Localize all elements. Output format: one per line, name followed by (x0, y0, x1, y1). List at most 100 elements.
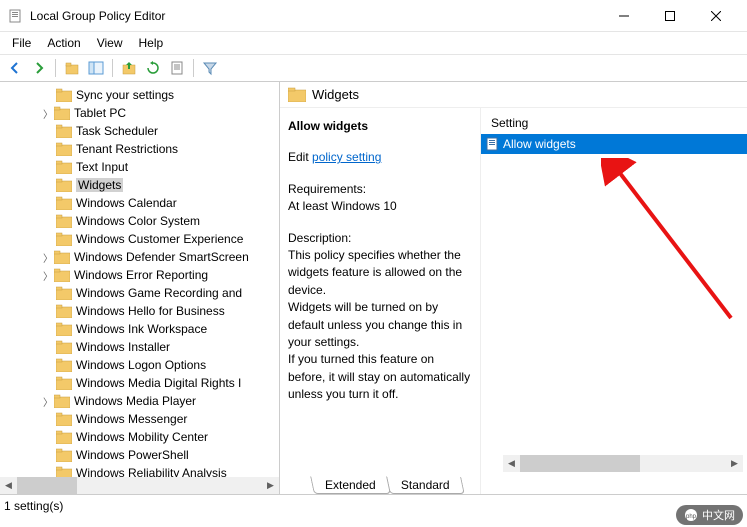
tree-item-label: Task Scheduler (76, 124, 158, 138)
content-body: Allow widgets Edit policy setting Requir… (280, 108, 747, 494)
menubar: File Action View Help (0, 32, 747, 54)
show-tree-button[interactable] (85, 57, 107, 79)
tree-item-label: Tenant Restrictions (76, 142, 178, 156)
folder-icon (56, 196, 72, 210)
tree-item[interactable]: Windows Installer (0, 338, 279, 356)
requirements-label: Requirements: (288, 181, 472, 198)
tree-item[interactable]: Windows Reliability Analysis (0, 464, 279, 478)
tree-item[interactable]: Windows Mobility Center (0, 428, 279, 446)
tree-item-label: Windows Media Player (74, 394, 196, 408)
expand-arrow-icon[interactable]: 〉 (42, 268, 54, 283)
folder-icon (56, 178, 72, 192)
folder-icon (56, 124, 72, 138)
tree-item[interactable]: Windows Logon Options (0, 356, 279, 374)
scroll-thumb[interactable] (17, 477, 77, 494)
toolbar (0, 54, 747, 82)
content-horizontal-scrollbar[interactable]: ◀ ▶ (503, 455, 743, 472)
scroll-right-arrow[interactable]: ▶ (262, 477, 279, 494)
tree-item[interactable]: Tenant Restrictions (0, 140, 279, 158)
policy-name: Allow widgets (288, 118, 472, 135)
folder-icon (56, 430, 72, 444)
maximize-button[interactable] (647, 0, 693, 32)
edit-policy-link[interactable]: policy setting (312, 150, 381, 164)
tree-item-label: Text Input (76, 160, 128, 174)
edit-policy-link-row: Edit policy setting (288, 149, 472, 166)
menu-help[interactable]: Help (131, 34, 172, 52)
policy-icon (485, 137, 499, 151)
tree-item[interactable]: Widgets (0, 176, 279, 194)
folder-icon (56, 358, 72, 372)
up-button[interactable] (61, 57, 83, 79)
expand-arrow-icon[interactable]: 〉 (42, 250, 54, 265)
tree-item[interactable]: Windows Hello for Business (0, 302, 279, 320)
tree-item[interactable]: Windows Messenger (0, 410, 279, 428)
scroll-thumb[interactable] (520, 455, 640, 472)
watermark: php 中文网 (676, 505, 743, 525)
settings-column-header[interactable]: Setting (481, 108, 747, 134)
edit-prefix: Edit (288, 150, 312, 164)
statusbar-text: 1 setting(s) (4, 499, 63, 513)
folder-icon (56, 376, 72, 390)
watermark-text: 中文网 (702, 507, 735, 523)
folder-icon (56, 142, 72, 156)
export-button[interactable] (118, 57, 140, 79)
scroll-left-arrow[interactable]: ◀ (503, 455, 520, 472)
folder-icon (56, 340, 72, 354)
tree-item[interactable]: Windows Customer Experience (0, 230, 279, 248)
folder-icon (56, 412, 72, 426)
back-button[interactable] (4, 57, 26, 79)
annotation-arrow (601, 158, 741, 328)
tree-item-label: Windows Ink Workspace (76, 322, 207, 336)
toolbar-divider (193, 59, 194, 77)
menu-view[interactable]: View (89, 34, 131, 52)
tree-item-label: Windows Calendar (76, 196, 177, 210)
close-button[interactable] (693, 0, 739, 32)
toolbar-divider (112, 59, 113, 77)
php-logo-icon: php (684, 508, 698, 522)
filter-button[interactable] (199, 57, 221, 79)
menu-file[interactable]: File (4, 34, 39, 52)
svg-text:php: php (686, 514, 697, 520)
tab-standard[interactable]: Standard (386, 477, 464, 494)
tree-item[interactable]: Windows Ink Workspace (0, 320, 279, 338)
refresh-button[interactable] (142, 57, 164, 79)
scroll-right-arrow[interactable]: ▶ (726, 455, 743, 472)
content-header-title: Widgets (312, 87, 359, 102)
tree-horizontal-scrollbar[interactable]: ◀ ▶ (0, 477, 279, 494)
forward-button[interactable] (28, 57, 50, 79)
folder-icon (54, 394, 70, 408)
tree-item[interactable]: 〉 Tablet PC (0, 104, 279, 122)
tree-item[interactable]: Task Scheduler (0, 122, 279, 140)
tree-list[interactable]: Sync your settings 〉 Tablet PC Task Schedul… (0, 86, 279, 478)
tree-item[interactable]: 〉Windows Defender SmartScreen (0, 248, 279, 266)
tree-item-label: Windows Mobility Center (76, 430, 208, 444)
folder-icon (288, 87, 306, 102)
properties-button[interactable] (166, 57, 188, 79)
minimize-button[interactable] (601, 0, 647, 32)
tree-item-label: Tablet PC (74, 106, 126, 120)
tree-item-label: Windows Messenger (76, 412, 187, 426)
expand-arrow-icon[interactable]: 〉 (42, 106, 54, 121)
tree-item-label: Sync your settings (76, 88, 174, 102)
main-area: Sync your settings 〉 Tablet PC Task Schedul… (0, 82, 747, 494)
tree-item-label: Windows Error Reporting (74, 268, 208, 282)
tree-item-label: Windows Media Digital Rights I (76, 376, 241, 390)
tree-item[interactable]: 〉 Windows Error Reporting (0, 266, 279, 284)
tree-item[interactable]: Windows Media Digital Rights I (0, 374, 279, 392)
tree-item[interactable]: Windows Calendar (0, 194, 279, 212)
menu-action[interactable]: Action (39, 34, 88, 52)
tree-item[interactable]: 〉 Windows Media Player (0, 392, 279, 410)
detail-pane: Allow widgets Edit policy setting Requir… (280, 108, 480, 494)
tab-extended[interactable]: Extended (310, 476, 391, 494)
tree-item[interactable]: Windows Color System (0, 212, 279, 230)
tree-item[interactable]: Windows PowerShell (0, 446, 279, 464)
tree-item[interactable]: Windows Game Recording and (0, 284, 279, 302)
tree-item-label: Widgets (76, 178, 123, 192)
expand-arrow-icon[interactable]: 〉 (42, 394, 54, 409)
titlebar: Local Group Policy Editor (0, 0, 747, 32)
content-header: Widgets (280, 82, 747, 108)
tree-item[interactable]: Sync your settings (0, 86, 279, 104)
tree-item[interactable]: Text Input (0, 158, 279, 176)
settings-row-allow-widgets[interactable]: Allow widgets (481, 134, 747, 154)
scroll-left-arrow[interactable]: ◀ (0, 477, 17, 494)
